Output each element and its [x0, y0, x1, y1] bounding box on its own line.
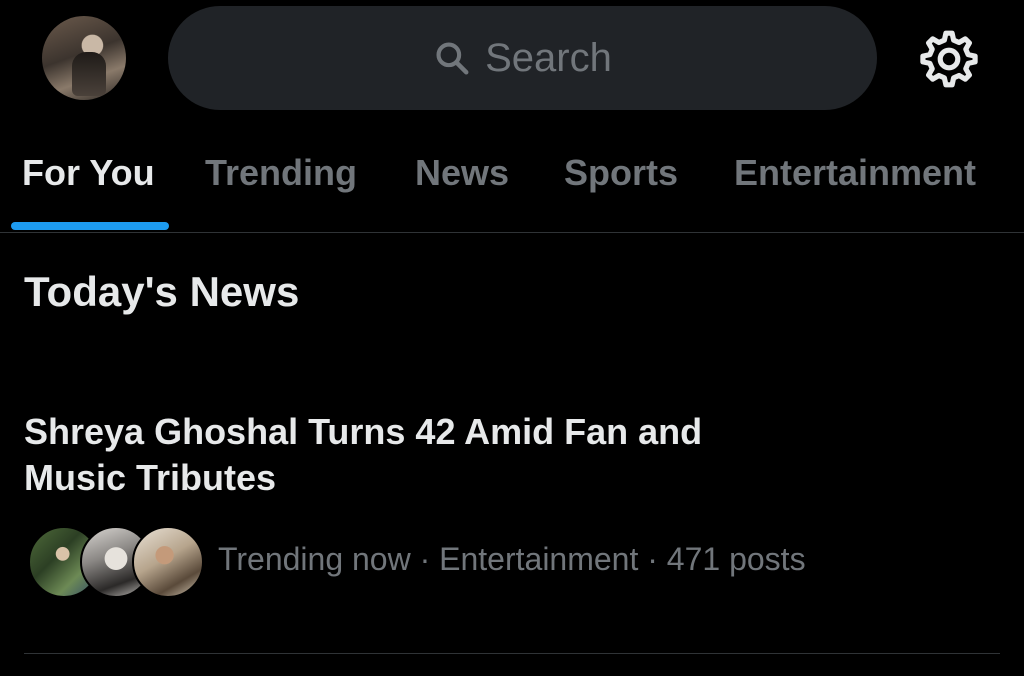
- section-title: Today's News: [24, 268, 300, 315]
- news-meta: Trending now · Entertainment · 471 posts: [218, 541, 806, 577]
- news-headline[interactable]: Shreya Ghoshal Turns 42 Amid Fan and Mus…: [24, 409, 784, 501]
- gear-icon[interactable]: [918, 28, 980, 90]
- tab-for-you[interactable]: For You: [22, 152, 155, 194]
- news-item[interactable]: Shreya Ghoshal Turns 42 Amid Fan and Mus…: [0, 405, 1024, 655]
- contributor-avatar: [132, 526, 204, 598]
- search-icon: [436, 42, 469, 75]
- tab-trending[interactable]: Trending: [205, 152, 357, 194]
- contributor-avatars: [28, 526, 204, 598]
- explore-page: Search For You Trending News Sports Ente…: [0, 0, 1024, 676]
- search-bar[interactable]: Search: [168, 6, 877, 110]
- explore-tabs: For You Trending News Sports Entertainme…: [0, 140, 1024, 233]
- divider: [24, 653, 1000, 654]
- tab-news[interactable]: News: [415, 152, 509, 194]
- tab-entertainment[interactable]: Entertainment: [734, 152, 976, 194]
- active-tab-indicator: [11, 222, 169, 230]
- tab-sports[interactable]: Sports: [564, 152, 678, 194]
- profile-avatar[interactable]: [42, 16, 126, 100]
- search-placeholder: Search: [485, 35, 612, 80]
